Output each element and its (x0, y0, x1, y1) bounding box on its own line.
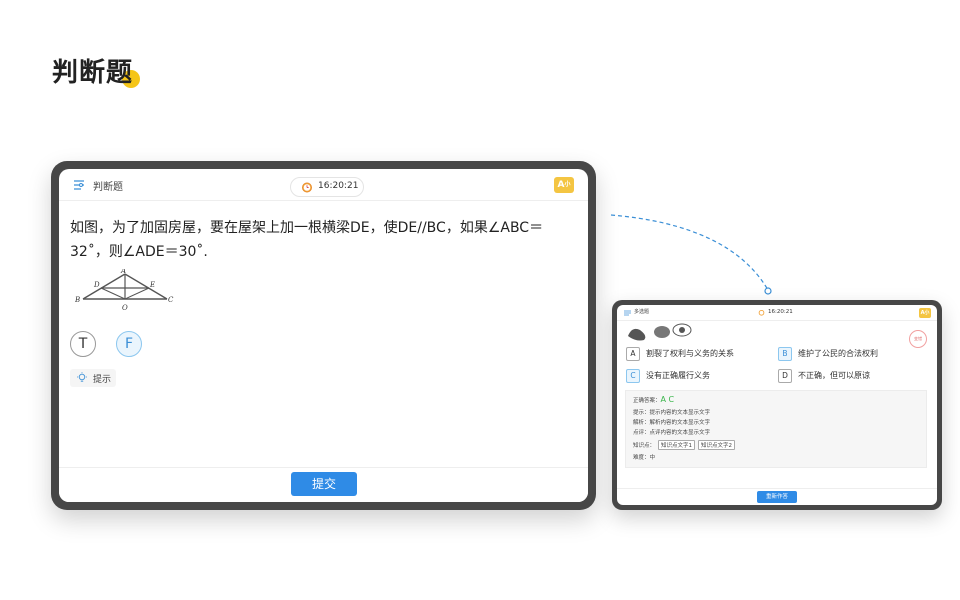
font-size-small: 小 (564, 181, 571, 188)
answer-analysis-panel: 正确答案：A C 提示：提示内容的文本显示文字 解析：解析内容的文本显示文字 点… (625, 390, 927, 468)
submit-footer: 提交 (59, 467, 588, 502)
label-e: E (149, 281, 155, 289)
page-title: 判断题 (52, 58, 134, 88)
question-text: 如图，为了加固房屋，要在屋架上加一根横梁DE，使DE//BC，如果∠ABC＝32… (70, 220, 544, 260)
knowledge-label: 知识点： (633, 443, 656, 449)
knowledge-points-line: 知识点： 知识点文字1 知识点文字2 (633, 440, 736, 450)
small-timer-text: 16:20:21 (768, 309, 793, 315)
redo-button[interactable]: 重新作答 (757, 491, 797, 503)
question-header: 判断题 16:20:21 A小 (59, 169, 588, 201)
true-option-button[interactable]: T (70, 331, 96, 357)
option-text: 维护了公民的合法权利 (798, 349, 878, 358)
menu-icon[interactable] (73, 179, 85, 191)
tablet-screen-large: 判断题 16:20:21 A小 如图，为了加固房屋，要在屋架上加一根横梁DE，使… (59, 169, 588, 502)
hint-label: 提示 (93, 375, 112, 385)
analysis-line: 解析：解析内容的文本显示文字 (633, 420, 711, 426)
option-text: 没有正确履行义务 (646, 371, 710, 380)
label-c: C (168, 296, 174, 304)
submit-button[interactable]: 提交 (291, 472, 357, 496)
correct-answer-label: 正确答案： (633, 398, 661, 404)
tablet-frame-large: 判断题 16:20:21 A小 如图，为了加固房屋，要在屋架上加一根横梁DE，使… (51, 161, 596, 510)
option-letter: C (626, 369, 640, 383)
small-question-header: 多选题 16:20:21 A小 (617, 305, 937, 321)
option-letter: A (626, 347, 640, 361)
option-a[interactable]: A 割裂了权利与义务的关系 (626, 347, 766, 361)
knowledge-tag[interactable]: 知识点文字2 (698, 440, 736, 450)
option-text: 不正确，但可以原谅 (798, 371, 870, 380)
correct-answer-line: 正确答案：A C (633, 395, 674, 404)
difficulty-line: 难度：中 (633, 455, 656, 461)
label-b: B (75, 296, 80, 304)
wrong-answer-stamp: 变错 (909, 330, 927, 348)
roof-truss-diagram: A B C D E O (75, 269, 174, 312)
correct-answer-value: A C (660, 395, 675, 404)
timer-badge: 16:20:21 (290, 177, 364, 197)
lightbulb-icon (77, 372, 87, 382)
option-d[interactable]: D 不正确，但可以原谅 (778, 369, 918, 383)
question-type-title: 判断题 (93, 182, 123, 193)
option-text: 割裂了权利与义务的关系 (646, 349, 734, 358)
small-font-size-button[interactable]: A小 (919, 308, 931, 318)
small-menu-icon[interactable] (624, 310, 631, 316)
option-letter: D (778, 369, 792, 383)
timer-text: 16:20:21 (318, 181, 359, 191)
false-option-button[interactable]: F (116, 331, 142, 357)
option-letter: B (778, 347, 792, 361)
small-alarm-clock-icon (758, 309, 765, 316)
alarm-clock-icon (302, 182, 312, 193)
label-o: O (122, 304, 128, 312)
knowledge-tag[interactable]: 知识点文字1 (658, 440, 696, 450)
dashed-connector (610, 214, 772, 295)
hint-line: 提示：提示内容的文本显示文字 (633, 410, 711, 416)
label-a: A (120, 269, 126, 275)
tablet-screen-small: 多选题 16:20:21 A小 变错 A 割裂了权利与义务的关系 B 维护了公民… (617, 305, 937, 505)
small-footer: 重新作答 (617, 488, 937, 505)
comment-line: 点评：点评内容的文本显示文字 (633, 430, 711, 436)
tablet-frame-small: 多选题 16:20:21 A小 变错 A 割裂了权利与义务的关系 B 维护了公民… (612, 300, 942, 510)
hint-button[interactable]: 提示 (70, 369, 116, 387)
question-illustration (628, 323, 692, 341)
option-b[interactable]: B 维护了公民的合法权利 (778, 347, 918, 361)
option-c[interactable]: C 没有正确履行义务 (626, 369, 766, 383)
small-question-type-title: 多选题 (634, 309, 650, 315)
label-d: D (93, 281, 100, 289)
font-size-button[interactable]: A小 (554, 177, 574, 193)
